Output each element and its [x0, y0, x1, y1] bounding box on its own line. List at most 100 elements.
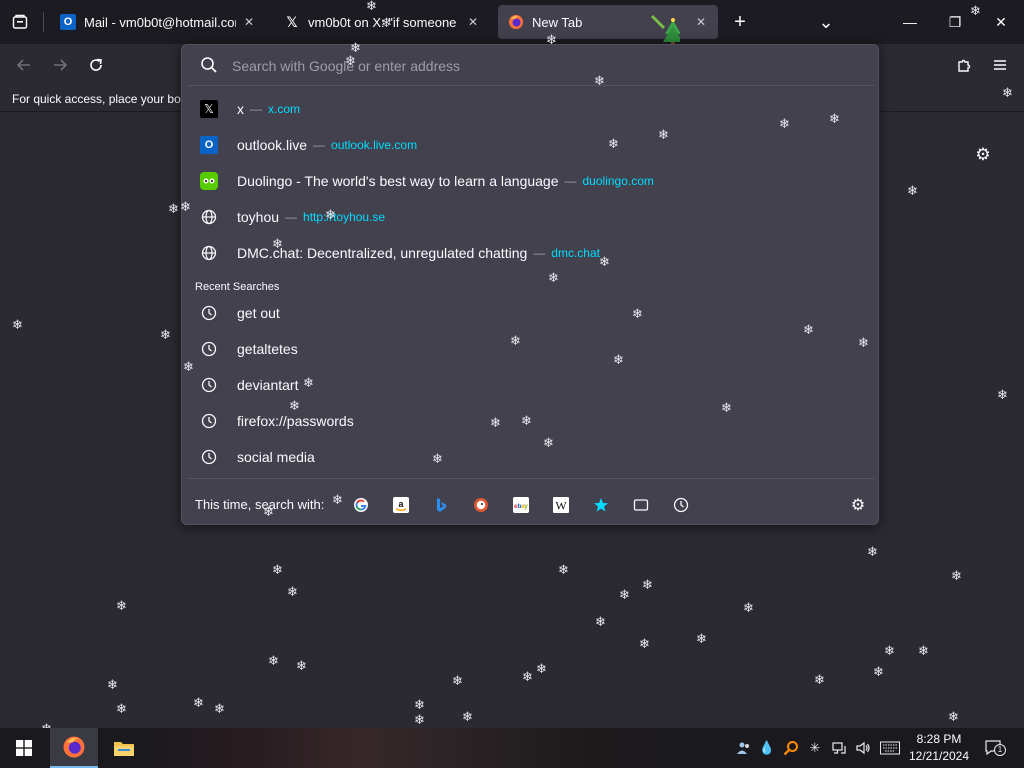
bookmarks-search-button[interactable] [590, 494, 612, 516]
bookmarks-star-icon [594, 498, 608, 512]
result-url: http://toyhou.se [303, 210, 386, 224]
bing-search-button[interactable] [430, 494, 452, 516]
back-arrow-icon [16, 59, 30, 71]
new-tab-button[interactable]: + [726, 8, 754, 36]
wikipedia-icon: W [553, 497, 569, 513]
duckduckgo-icon [474, 498, 488, 512]
firefox-icon [63, 736, 85, 758]
keyboard-icon [880, 741, 900, 755]
tab-title: vm0b0t on X: "if someone want [308, 14, 460, 30]
result-url: dmc.chat [551, 246, 600, 260]
app-menu-button[interactable] [986, 51, 1014, 79]
result-separator: — [533, 246, 546, 260]
recent-search-text: social media [237, 449, 315, 465]
reload-button[interactable] [82, 51, 110, 79]
duckduckgo-search-button[interactable] [470, 494, 492, 516]
firefox-view-button[interactable] [6, 8, 34, 36]
result-row[interactable]: 𝕏 x — x.com [188, 92, 874, 126]
tray-search[interactable] [781, 738, 801, 758]
orange-search-icon [783, 741, 798, 756]
history-search-button[interactable] [670, 494, 692, 516]
result-separator: — [285, 210, 298, 224]
duolingo-icon [200, 172, 218, 190]
bookmarks-hint-text: For quick access, place your boo [12, 92, 188, 106]
wikipedia-search-button[interactable]: W [550, 494, 572, 516]
x-icon: 𝕏 [286, 13, 298, 30]
taskbar-clock[interactable]: 8:28 PM 12/21/2024 [902, 731, 976, 765]
result-row[interactable]: toyhou — http://toyhou.se [188, 200, 874, 234]
recent-search-text: get out [237, 305, 280, 321]
result-separator: — [313, 138, 326, 152]
divider [188, 478, 874, 479]
extensions-button[interactable] [950, 51, 978, 79]
result-row[interactable]: DMC.chat: Decentralized, unregulated cha… [188, 236, 874, 270]
tray-snowflake[interactable]: ✳ [805, 738, 825, 758]
taskbar-firefox[interactable] [50, 728, 98, 768]
recent-search-row[interactable]: social media [188, 440, 874, 474]
ebay-search-button[interactable]: ebay [510, 494, 532, 516]
restore-button[interactable]: ❐ [941, 8, 969, 36]
ebay-icon: ebay [513, 497, 529, 513]
search-settings-button[interactable]: ⚙ [847, 494, 869, 516]
amazon-icon: a [393, 497, 409, 513]
urlbar-input[interactable] [232, 55, 852, 77]
tray-droplet[interactable]: 💧 [757, 738, 777, 758]
outlook-icon: O [60, 14, 76, 30]
tab-x[interactable]: 𝕏 vm0b0t on X: "if someone want ✕ [274, 5, 490, 39]
history-clock-icon [200, 304, 218, 322]
taskbar-file-explorer[interactable] [100, 728, 148, 768]
result-title: toyhou [237, 209, 280, 225]
tab-mail[interactable]: O Mail - vm0b0t@hotmail.com - ✕ [50, 5, 266, 39]
tab-close-icon[interactable]: ✕ [242, 15, 256, 29]
network-button[interactable] [829, 738, 849, 758]
back-button[interactable] [10, 51, 38, 79]
google-search-button[interactable] [350, 494, 372, 516]
start-button[interactable] [0, 728, 48, 768]
speaker-icon [856, 741, 870, 755]
recent-search-text: firefox://passwords [237, 413, 354, 429]
gear-icon: ⚙ [975, 145, 991, 164]
result-row[interactable]: O outlook.live — outlook.live.com [188, 128, 874, 162]
urlbar-dropdown: 𝕏 x — x.com O outlook.live — outlook.liv… [181, 44, 879, 525]
close-window-button[interactable]: ✕ [987, 8, 1015, 36]
recent-search-row[interactable]: getaltetes [188, 332, 874, 366]
urlbar-input-row [182, 45, 878, 85]
customize-new-tab-button[interactable]: ⚙ [972, 144, 994, 166]
minimize-button[interactable]: — [896, 8, 924, 36]
result-separator: — [564, 174, 577, 188]
tab-close-icon[interactable]: ✕ [694, 15, 708, 29]
x-icon: 𝕏 [200, 100, 218, 118]
reload-icon [90, 58, 102, 71]
one-off-search-bar: This time, search with: a ebay W ⚙ [182, 485, 878, 525]
divider [188, 85, 874, 86]
history-clock-icon [200, 376, 218, 394]
tray-app-icon[interactable] [734, 738, 754, 758]
tab-close-icon[interactable]: ✕ [466, 15, 480, 29]
tab-new-tab[interactable]: New Tab ✕ [498, 5, 718, 39]
amazon-search-button[interactable]: a [390, 494, 412, 516]
recent-search-row[interactable]: get out [188, 296, 874, 330]
recent-search-row[interactable]: firefox://passwords [188, 404, 874, 438]
search-icon [201, 57, 217, 73]
history-clock-icon [200, 340, 218, 358]
result-row[interactable]: Duolingo - The world's best way to learn… [188, 164, 874, 198]
windows-logo-icon [16, 740, 32, 756]
globe-icon [200, 208, 218, 226]
recent-search-row[interactable]: deviantart [188, 368, 874, 402]
result-title: DMC.chat: Decentralized, unregulated cha… [237, 245, 528, 261]
touch-keyboard-button[interactable] [879, 738, 901, 758]
tabs-search-button[interactable] [630, 494, 652, 516]
firefox-view-icon [12, 14, 28, 29]
folder-icon [114, 742, 134, 756]
result-separator: — [250, 102, 262, 116]
network-icon [832, 742, 846, 754]
volume-button[interactable] [853, 738, 873, 758]
result-url: duolingo.com [582, 174, 654, 188]
forward-button[interactable] [46, 51, 74, 79]
recent-search-text: deviantart [237, 377, 299, 393]
windows-taskbar: 💧 ✳ 8:28 PM 12/21/2024 1 [0, 728, 1024, 768]
taskbar-wallpaper-strip [140, 728, 700, 768]
tab-strip: O Mail - vm0b0t@hotmail.com - ✕ 𝕏 vm0b0t… [0, 0, 1024, 45]
list-all-tabs-button[interactable]: ⌄ [812, 8, 840, 36]
action-center-button[interactable]: 1 [982, 738, 1006, 758]
